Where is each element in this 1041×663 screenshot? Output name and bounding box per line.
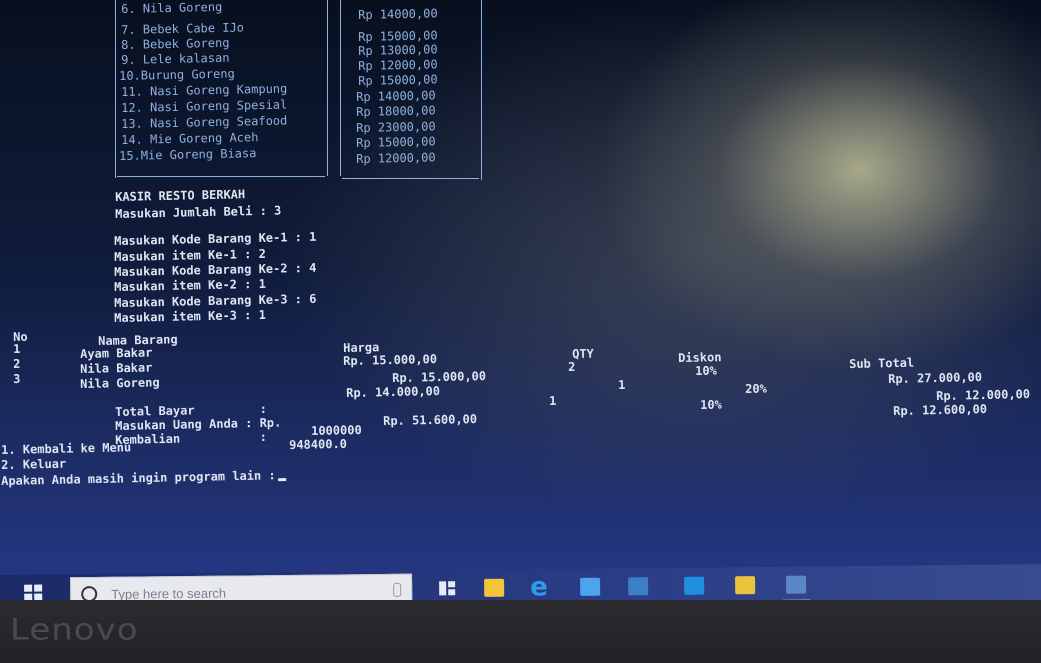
monitor-screen: 6. Nila Goreng Rp 14000,00 7. Bebek Cabe… <box>0 0 1041 603</box>
photos-icon[interactable] <box>786 575 807 594</box>
console-window[interactable]: 6. Nila Goreng Rp 14000,00 7. Bebek Cabe… <box>0 0 1041 575</box>
input-line: Masukan Kode Barang Ke-3 : 6 <box>114 291 317 310</box>
menu-box-border <box>481 0 482 180</box>
cell-qty: 1 <box>549 393 557 408</box>
menu-item-name: 9. Lele kalasan <box>121 50 230 67</box>
menu-item-name: 12. Nasi Goreng Spesial <box>121 97 288 115</box>
cell-no: 2 <box>13 356 21 371</box>
cell-subtotal: Rp. 12.000,00 <box>936 387 1031 403</box>
menu-item-price: Rp 12000,00 <box>358 57 438 73</box>
menu-item-name: 14. Mie Goreng Aceh <box>121 130 259 147</box>
cell-no: 3 <box>13 371 21 386</box>
menu-item-price: Rp 13000,00 <box>358 42 438 58</box>
menu-item-price: Rp 12000,00 <box>356 150 436 166</box>
cell-nama: Nila Goreng <box>80 375 160 391</box>
header-qty: QTY <box>572 346 594 361</box>
menu-item-price: Rp 15000,00 <box>358 72 438 88</box>
cell-subtotal: Rp. 27.000,00 <box>888 370 983 386</box>
menu-item-name: 6. Nila Goreng <box>121 0 223 16</box>
kembalian-value: 948400.0 <box>289 436 348 452</box>
cell-diskon: 10% <box>700 397 722 412</box>
cell-qty: 1 <box>618 377 626 392</box>
taskbar-search-box[interactable]: Type here to search <box>70 573 413 603</box>
menu-box-border <box>342 178 479 179</box>
kembalian-label: Kembalian : <box>115 429 267 447</box>
store-icon[interactable] <box>628 577 649 596</box>
sticky-notes-icon[interactable] <box>735 576 756 595</box>
prompt-text: Apakan Anda masih ingin program lain : <box>1 468 276 488</box>
cell-diskon: 20% <box>745 381 767 396</box>
cell-diskon: 10% <box>695 363 717 378</box>
menu-box-border <box>117 176 325 177</box>
text-cursor <box>277 478 286 482</box>
menu-item-name: 11. Nasi Goreng Kampung <box>121 81 288 99</box>
input-line: Masukan item Ke-3 : 1 <box>114 307 266 325</box>
menu-box-border <box>327 0 328 176</box>
app-l-icon[interactable] <box>684 576 705 595</box>
total-value: Rp. 51.600,00 <box>383 412 478 428</box>
laptop-bezel <box>0 600 1041 663</box>
menu-box-border <box>115 0 116 178</box>
menu-box-border <box>340 0 341 176</box>
uang-value: 1000000 <box>311 422 362 438</box>
menu-item-price: Rp 18000,00 <box>356 103 436 119</box>
input-line: Masukan Kode Barang Ke-2 : 4 <box>114 260 317 279</box>
task-view-icon[interactable] <box>437 579 457 597</box>
option-exit: 2. Keluar <box>1 456 67 472</box>
windows-start-icon[interactable] <box>24 584 43 601</box>
menu-item-name: 8. Bebek Goreng <box>121 35 230 52</box>
input-line: Masukan item Ke-2 : 1 <box>114 276 266 294</box>
menu-item-name: 15.Mie Goreng Biasa <box>119 146 257 163</box>
option-back-to-menu: 1. Kembali ke Menu <box>1 440 132 457</box>
menu-item-price: Rp 15000,00 <box>356 134 436 150</box>
cell-subtotal: Rp. 12.600,00 <box>893 402 988 418</box>
cell-qty: 2 <box>568 359 576 374</box>
mail-icon[interactable] <box>580 577 601 596</box>
cell-no: 1 <box>13 341 21 356</box>
lenovo-logo: Lenovo <box>10 613 139 647</box>
cell-harga: Rp. 15.000,00 <box>392 369 487 385</box>
cell-nama: Ayam Bakar <box>80 345 153 361</box>
menu-item-price: Rp 14000,00 <box>356 88 436 104</box>
cell-nama: Nila Bakar <box>80 360 153 376</box>
menu-item-name: 10.Burung Goreng <box>119 66 235 83</box>
input-line: Masukan Kode Barang Ke-1 : 1 <box>114 229 317 248</box>
menu-item-price: Rp 23000,00 <box>356 119 436 135</box>
menu-item-name: 13. Nasi Goreng Seafood <box>121 113 288 131</box>
microphone-icon[interactable] <box>393 582 402 597</box>
edge-icon[interactable]: e <box>530 572 550 602</box>
cashier-title: KASIR RESTO BERKAH <box>115 187 246 204</box>
file-explorer-icon[interactable] <box>484 578 505 597</box>
menu-item-price: Rp 14000,00 <box>358 6 438 22</box>
jumlah-beli-line: Masukan Jumlah Beli : 3 <box>115 203 282 221</box>
cell-harga: Rp. 15.000,00 <box>343 352 438 368</box>
menu-item-name: 7. Bebek Cabe IJo <box>121 20 245 37</box>
cell-harga: Rp. 14.000,00 <box>346 384 441 400</box>
header-subtotal: Sub Total <box>849 355 915 371</box>
